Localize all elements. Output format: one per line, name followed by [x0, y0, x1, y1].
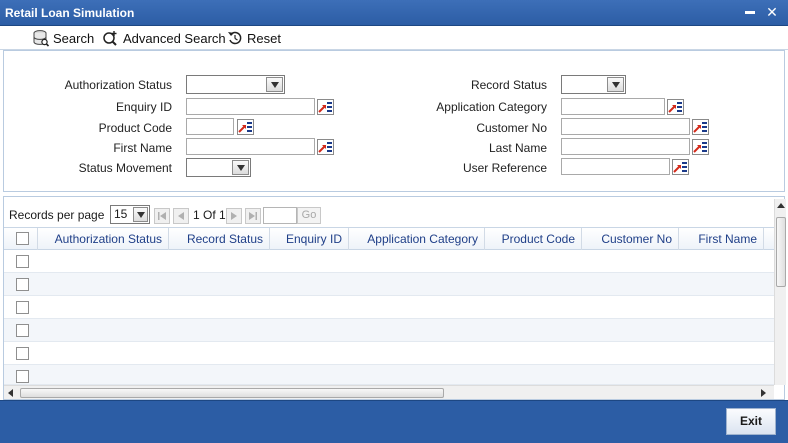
customer-no-label: Customer No — [476, 121, 547, 135]
first-page-icon — [158, 212, 166, 220]
status-movement-label: Status Movement — [78, 161, 172, 175]
last-name-input[interactable] — [561, 138, 690, 155]
column-header-first-name[interactable]: First Name — [679, 228, 764, 250]
search-label: Search — [53, 30, 95, 46]
table-row[interactable] — [4, 342, 774, 365]
next-page-icon — [231, 212, 237, 220]
user-reference-input[interactable] — [561, 158, 670, 175]
authorization-status-label: Authorization Status — [64, 78, 172, 92]
lov-icon — [672, 159, 689, 175]
records-per-page-value: 15 — [114, 207, 128, 221]
horizontal-scroll-thumb[interactable] — [20, 388, 444, 398]
goto-page-input[interactable] — [263, 207, 297, 224]
customer-no-lov-button[interactable] — [692, 119, 709, 135]
lov-icon — [692, 139, 709, 155]
user-reference-label: User Reference — [462, 161, 547, 175]
lov-icon — [317, 99, 334, 115]
application-category-label: Application Category — [436, 100, 547, 114]
table-row[interactable] — [4, 319, 774, 342]
first-name-label: First Name — [113, 141, 172, 155]
chevron-down-icon — [133, 207, 148, 222]
footer-bar: Exit — [0, 400, 788, 443]
status-movement-select[interactable] — [186, 158, 251, 177]
advanced-search-button[interactable]: Advanced Search — [102, 29, 226, 47]
enquiry-id-lov-button[interactable] — [317, 99, 334, 115]
records-per-page-select[interactable]: 15 — [110, 205, 150, 224]
application-category-lov-button[interactable] — [667, 99, 684, 115]
toolbar: Search Advanced Search Reset — [0, 26, 788, 50]
scroll-left-icon[interactable] — [8, 389, 13, 397]
product-code-label: Product Code — [98, 121, 172, 135]
advanced-search-label: Advanced Search — [123, 30, 226, 46]
pager: Records per page 15 1 Of 1 Go — [4, 197, 774, 227]
last-name-label: Last Name — [488, 141, 547, 155]
last-page-icon — [249, 212, 257, 220]
vertical-scrollbar[interactable] — [774, 199, 786, 385]
title-bar: Retail Loan Simulation ▬ ✕ — [0, 0, 788, 26]
customer-no-input[interactable] — [561, 118, 690, 135]
chevron-down-icon — [266, 77, 283, 92]
first-page-button[interactable] — [154, 208, 170, 224]
record-status-label: Record Status — [470, 78, 547, 92]
enquiry-id-input[interactable] — [186, 98, 315, 115]
reset-icon — [228, 31, 242, 45]
vertical-scroll-thumb[interactable] — [776, 217, 786, 287]
product-code-input[interactable] — [186, 118, 234, 135]
first-name-input[interactable] — [186, 138, 315, 155]
window-title: Retail Loan Simulation — [5, 6, 135, 20]
search-criteria-panel: Authorization Status Enquiry ID Product … — [3, 50, 785, 192]
row-checkbox[interactable] — [16, 347, 29, 360]
table-row[interactable] — [4, 250, 774, 273]
row-checkbox[interactable] — [16, 255, 29, 268]
lov-icon — [237, 119, 254, 135]
go-button[interactable]: Go — [297, 207, 321, 224]
column-header-enquiry-id[interactable]: Enquiry ID — [270, 228, 349, 250]
authorization-status-select[interactable] — [186, 75, 285, 94]
column-header-record-status[interactable]: Record Status — [169, 228, 270, 250]
lov-icon — [317, 139, 334, 155]
lov-icon — [667, 99, 684, 115]
horizontal-scrollbar[interactable] — [4, 385, 774, 399]
column-header-product-code[interactable]: Product Code — [485, 228, 582, 250]
row-checkbox[interactable] — [16, 324, 29, 337]
minimize-icon[interactable]: ▬ — [742, 4, 758, 20]
scroll-right-icon[interactable] — [761, 389, 766, 397]
prev-page-icon — [178, 212, 184, 220]
chevron-down-icon — [232, 160, 249, 175]
table-row[interactable] — [4, 365, 774, 385]
close-icon[interactable]: ✕ — [764, 4, 780, 20]
enquiry-id-label: Enquiry ID — [115, 100, 172, 114]
application-category-input[interactable] — [561, 98, 665, 115]
records-per-page-label: Records per page — [9, 208, 105, 222]
reset-button[interactable]: Reset — [227, 29, 281, 47]
exit-button[interactable]: Exit — [726, 408, 776, 435]
column-header-application-category[interactable]: Application Category — [349, 228, 485, 250]
column-header-authorization-status[interactable]: Authorization Status — [38, 228, 169, 250]
grid-header: Authorization Status Record Status Enqui… — [4, 227, 774, 250]
reset-label: Reset — [247, 30, 281, 46]
last-page-button[interactable] — [245, 208, 261, 224]
search-icon — [33, 29, 49, 47]
advanced-search-icon — [103, 30, 117, 46]
lov-icon — [692, 119, 709, 135]
row-checkbox[interactable] — [16, 278, 29, 291]
page-indicator: 1 Of 1 — [193, 208, 226, 222]
scroll-up-icon[interactable] — [777, 203, 785, 208]
table-row[interactable] — [4, 273, 774, 296]
record-status-select[interactable] — [561, 75, 626, 94]
product-code-lov-button[interactable] — [237, 119, 254, 135]
table-row[interactable] — [4, 296, 774, 319]
column-header-customer-no[interactable]: Customer No — [582, 228, 679, 250]
next-page-button[interactable] — [226, 208, 242, 224]
first-name-lov-button[interactable] — [317, 139, 334, 155]
last-name-lov-button[interactable] — [692, 139, 709, 155]
prev-page-button[interactable] — [173, 208, 189, 224]
row-checkbox[interactable] — [16, 370, 29, 383]
user-reference-lov-button[interactable] — [672, 159, 689, 175]
search-button[interactable]: Search — [33, 29, 94, 47]
results-panel: Records per page 15 1 Of 1 Go Authorizat… — [3, 196, 786, 400]
row-checkbox[interactable] — [16, 301, 29, 314]
checkbox-column-header — [4, 228, 38, 250]
chevron-down-icon — [607, 77, 624, 92]
